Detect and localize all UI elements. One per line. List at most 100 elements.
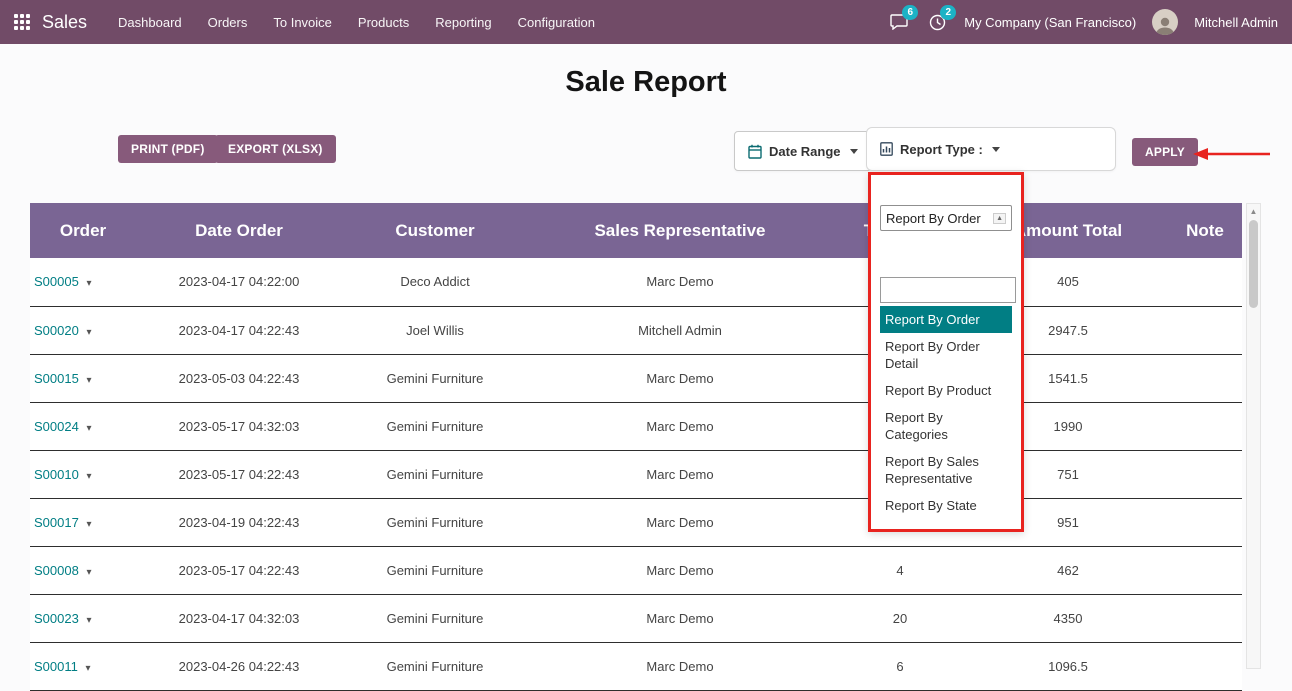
sale-report-table: Order Date Order Customer Sales Represen… (30, 203, 1242, 691)
menu-item-orders[interactable]: Orders (195, 0, 261, 44)
sales-rep-cell: Marc Demo (528, 498, 832, 546)
page-title: Sale Report (0, 66, 1292, 99)
report-type-control: Report Type : (866, 127, 1116, 171)
order-cell: S00024 ▾ (30, 402, 136, 450)
date-order-cell: 2023-05-17 04:32:03 (136, 402, 342, 450)
menu-item-dashboard[interactable]: Dashboard (105, 0, 195, 44)
customer-cell: Gemini Furniture (342, 498, 528, 546)
order-caret-icon[interactable]: ▾ (86, 423, 91, 434)
company-switcher[interactable]: My Company (San Francisco) (964, 15, 1136, 30)
order-link[interactable]: S00005 (34, 274, 79, 289)
order-caret-icon[interactable]: ▾ (86, 327, 91, 338)
total-qty-cell: 20 (832, 594, 968, 642)
option-report-by-order[interactable]: Report By Order (880, 306, 1012, 333)
dropdown-options-list: Report By Order Report By Order Detail R… (880, 306, 1012, 519)
messages-icon[interactable]: 6 (888, 11, 910, 33)
order-link[interactable]: S00008 (34, 563, 79, 578)
print-pdf-button[interactable]: PRINT (PDF) (118, 135, 218, 163)
order-link[interactable]: S00024 (34, 419, 79, 434)
option-report-by-state[interactable]: Report By State (880, 492, 1012, 519)
header-order: Order (30, 203, 136, 258)
order-link[interactable]: S00023 (34, 611, 79, 626)
report-icon (880, 142, 893, 156)
navbar-right: 6 2 My Company (San Francisco) Mitchell … (888, 9, 1278, 35)
option-report-by-order-detail[interactable]: Report By Order Detail (880, 333, 1012, 377)
date-range-dropdown-button[interactable]: Date Range (734, 131, 872, 171)
total-qty-cell: 6 (832, 642, 968, 690)
table-row: S00011 ▾ 2023-04-26 04:22:43 Gemini Furn… (30, 642, 1242, 690)
total-qty-cell: 4 (832, 546, 968, 594)
customer-cell: Gemini Furniture (342, 450, 528, 498)
amount-cell: 4350 (968, 594, 1168, 642)
report-type-dropdown-button[interactable]: Report Type : (880, 142, 1000, 157)
option-report-by-categories[interactable]: Report By Categories (880, 404, 1012, 448)
option-report-by-sales-rep[interactable]: Report By Sales Representative (880, 448, 1012, 492)
order-link[interactable]: S00015 (34, 371, 79, 386)
sales-rep-cell: Marc Demo (528, 450, 832, 498)
order-caret-icon[interactable]: ▾ (86, 375, 91, 386)
report-type-dropdown-panel: Report By Order ▲ Report By Order Report… (868, 172, 1024, 532)
note-cell (1168, 450, 1242, 498)
option-report-by-product[interactable]: Report By Product (880, 377, 1012, 404)
note-cell (1168, 546, 1242, 594)
sales-rep-cell: Marc Demo (528, 402, 832, 450)
apps-grid-icon[interactable] (14, 14, 30, 30)
user-menu[interactable]: Mitchell Admin (1194, 15, 1278, 30)
scroll-up-arrow-icon[interactable]: ▲ (1247, 204, 1260, 218)
header-customer: Customer (342, 203, 528, 258)
messages-badge: 6 (902, 5, 918, 20)
note-cell (1168, 258, 1242, 306)
note-cell (1168, 594, 1242, 642)
order-cell: S00017 ▾ (30, 498, 136, 546)
export-xlsx-button[interactable]: EXPORT (XLSX) (215, 135, 336, 163)
order-link[interactable]: S00020 (34, 323, 79, 338)
menu-item-products[interactable]: Products (345, 0, 422, 44)
date-order-cell: 2023-05-17 04:22:43 (136, 546, 342, 594)
order-caret-icon[interactable]: ▾ (86, 278, 91, 289)
header-note: Note (1168, 203, 1242, 258)
sales-rep-cell: Marc Demo (528, 642, 832, 690)
order-link[interactable]: S00011 (34, 659, 78, 674)
order-cell: S00023 ▾ (30, 594, 136, 642)
scrollbar-thumb[interactable] (1249, 220, 1258, 308)
date-order-cell: 2023-04-17 04:22:00 (136, 258, 342, 306)
date-order-cell: 2023-04-17 04:32:03 (136, 594, 342, 642)
table-row: S00005 ▾ 2023-04-17 04:22:00 Deco Addict… (30, 258, 1242, 306)
menu-item-configuration[interactable]: Configuration (505, 0, 608, 44)
report-table-body: S00005 ▾ 2023-04-17 04:22:00 Deco Addict… (30, 258, 1242, 690)
app-brand[interactable]: Sales (42, 12, 87, 33)
order-caret-icon[interactable]: ▾ (85, 663, 90, 674)
annotation-arrow-left (1192, 146, 1272, 162)
dropdown-search-input[interactable] (880, 277, 1016, 303)
activities-icon[interactable]: 2 (926, 11, 948, 33)
date-order-cell: 2023-05-03 04:22:43 (136, 354, 342, 402)
top-navbar: Sales Dashboard Orders To Invoice Produc… (0, 0, 1292, 44)
order-link[interactable]: S00010 (34, 467, 79, 482)
customer-cell: Gemini Furniture (342, 642, 528, 690)
vertical-scrollbar[interactable]: ▲ (1246, 203, 1261, 669)
note-cell (1168, 402, 1242, 450)
order-cell: S00020 ▾ (30, 306, 136, 354)
user-avatar[interactable] (1152, 9, 1178, 35)
order-caret-icon[interactable]: ▾ (86, 471, 91, 482)
menu-item-reporting[interactable]: Reporting (422, 0, 504, 44)
date-order-cell: 2023-04-26 04:22:43 (136, 642, 342, 690)
report-type-select[interactable]: Report By Order ▲ (880, 205, 1012, 231)
order-caret-icon[interactable]: ▾ (86, 519, 91, 530)
order-cell: S00015 ▾ (30, 354, 136, 402)
report-type-label: Report Type : (900, 142, 983, 157)
note-cell (1168, 306, 1242, 354)
note-cell (1168, 642, 1242, 690)
menu-item-to-invoice[interactable]: To Invoice (260, 0, 345, 44)
customer-cell: Gemini Furniture (342, 594, 528, 642)
order-caret-icon[interactable]: ▾ (86, 615, 91, 626)
apply-button[interactable]: APPLY (1132, 138, 1198, 166)
table-row: S00020 ▾ 2023-04-17 04:22:43 Joel Willis… (30, 306, 1242, 354)
date-order-cell: 2023-04-19 04:22:43 (136, 498, 342, 546)
order-caret-icon[interactable]: ▾ (86, 567, 91, 578)
header-date-order: Date Order (136, 203, 342, 258)
person-icon (1154, 15, 1176, 35)
order-cell: S00005 ▾ (30, 258, 136, 306)
customer-cell: Deco Addict (342, 258, 528, 306)
order-link[interactable]: S00017 (34, 515, 79, 530)
